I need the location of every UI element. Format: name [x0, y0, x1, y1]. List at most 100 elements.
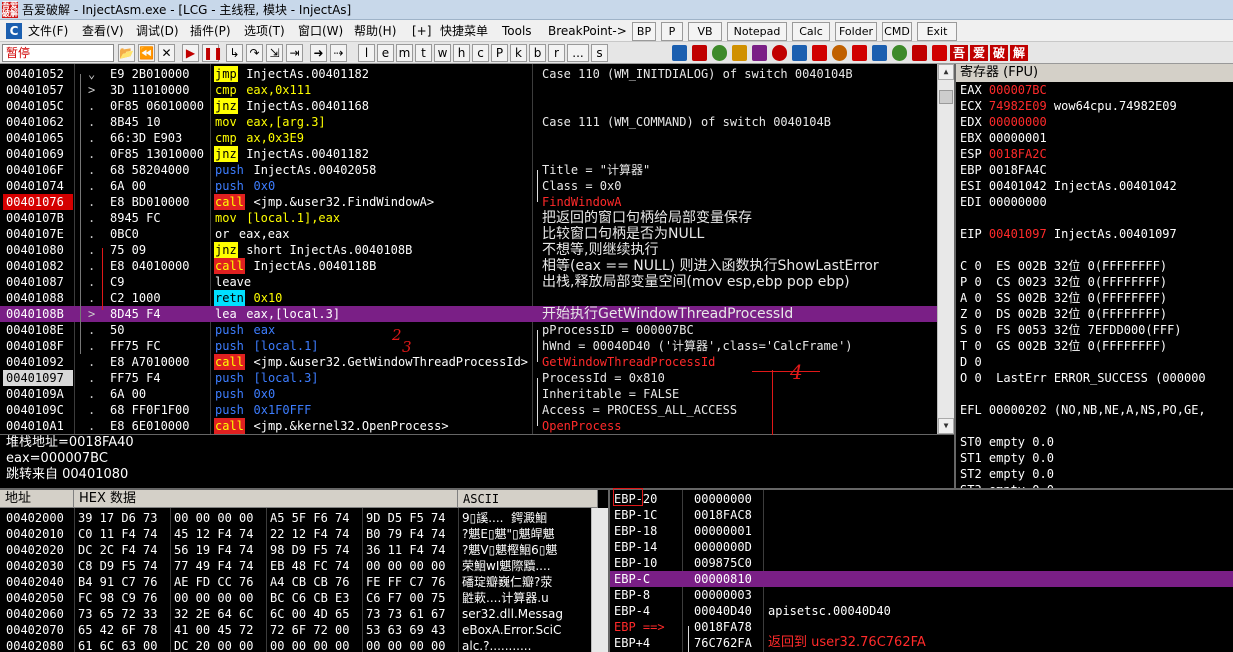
dump-row[interactable]: 00402060 73 65 72 33 32 2E 64 6C 6C 00 4D 6…: [0, 606, 591, 622]
menu-item[interactable]: BreakPoint->: [548, 20, 627, 42]
disasm-address[interactable]: 00401057: [3, 82, 73, 98]
disasm-row[interactable]: 004010A1. E8 6E010000 call <jmp.&kernel32.O…: [0, 418, 937, 434]
table-icon[interactable]: [692, 45, 707, 61]
stack-row[interactable]: EBP-20 00000000: [610, 491, 1233, 507]
toolbar-letter-3[interactable]: t: [415, 44, 432, 62]
register-row[interactable]: EBP 0018FA4C: [960, 162, 1233, 178]
step-over-icon[interactable]: ↷: [246, 44, 263, 62]
disasm-row[interactable]: 00401080. 75 09 jnz short InjectAs.0040108B…: [0, 242, 937, 258]
disasm-row[interactable]: 00401074. 6A 00 push 0x0 Class = 0x0: [0, 178, 937, 194]
restart-icon[interactable]: ⏪: [138, 44, 155, 62]
disasm-row[interactable]: 00401065. 66:3D E903 cmp ax,0x3E9: [0, 130, 937, 146]
menu-button-calc[interactable]: Calc: [792, 22, 830, 41]
menu-item[interactable]: 窗口(W): [298, 20, 343, 42]
stack-pane[interactable]: EBP-20 00000000 EBP-1C 0018FAC8 EBP-18 000000…: [608, 488, 1233, 652]
stack-row[interactable]: EBP-18 00000001: [610, 523, 1233, 539]
register-row[interactable]: EFL 00000202 (NO,NB,NE,A,NS,PO,GE,: [960, 402, 1233, 418]
register-row[interactable]: Z 0 DS 002B 32位 0(FFFFFFFF): [960, 306, 1233, 322]
disasm-row[interactable]: 0040107E. 0BC0 or eax,eax 比较窗口句柄是否为NULL: [0, 226, 937, 242]
disasm-address[interactable]: 00401076: [3, 194, 73, 210]
menu-item[interactable]: 快捷菜单: [440, 20, 488, 42]
disasm-address[interactable]: 00401062: [3, 114, 73, 130]
toolbar-letter-6[interactable]: c: [472, 44, 489, 62]
toolbar-letter-8[interactable]: k: [510, 44, 527, 62]
disasm-address[interactable]: 0040108B: [3, 306, 73, 322]
scroll-down-icon[interactable]: ▼: [938, 418, 954, 434]
logo-char-icon[interactable]: 破: [990, 45, 1008, 61]
register-row[interactable]: S 0 FS 0053 32位 7EFDD000(FFF): [960, 322, 1233, 338]
register-row[interactable]: EDX 00000000: [960, 114, 1233, 130]
close-icon[interactable]: ✕: [158, 44, 175, 62]
disasm-row[interactable]: 00401062. 8B45 10 mov eax,[arg.3] Case 111 (…: [0, 114, 937, 130]
dump-scrollbar[interactable]: [591, 508, 608, 652]
register-row[interactable]: P 0 CS 0023 32位 0(FFFFFFFF): [960, 274, 1233, 290]
toolbar-letter-12[interactable]: s: [591, 44, 608, 62]
register-row[interactable]: C 0 ES 002B 32位 0(FFFFFFFF): [960, 258, 1233, 274]
logo-char-icon[interactable]: 爱: [970, 45, 988, 61]
disasm-row[interactable]: 0040108F. FF75 FC push [local.1] hWnd = 0004…: [0, 338, 937, 354]
disasm-address[interactable]: 00401052: [3, 66, 73, 82]
disasm-row[interactable]: 00401097. FF75 F4 push [local.3] ProcessId =…: [0, 370, 937, 386]
register-row[interactable]: ST1 empty 0.0: [960, 450, 1233, 466]
register-row[interactable]: ST0 empty 0.0: [960, 434, 1233, 450]
logo-char-icon[interactable]: 解: [1010, 45, 1028, 61]
image-icon[interactable]: [732, 45, 747, 61]
disasm-address[interactable]: 00401074: [3, 178, 73, 194]
disasm-address[interactable]: 0040107B: [3, 210, 73, 226]
cross-icon[interactable]: [712, 45, 727, 61]
grid-icon[interactable]: [872, 45, 887, 61]
cube-icon[interactable]: [792, 45, 807, 61]
disasm-address[interactable]: 00401092: [3, 354, 73, 370]
stack-row[interactable]: EBP-8 00000003: [610, 587, 1233, 603]
stack-row[interactable]: EBP-1C 0018FAC8: [610, 507, 1233, 523]
dump-row[interactable]: 00402070 65 42 6F 78 41 00 45 72 72 6F 72 0…: [0, 622, 591, 638]
bug-icon[interactable]: [912, 45, 927, 61]
animate-over-icon[interactable]: ⇥: [286, 44, 303, 62]
stack-row[interactable]: EBP-14 0000000D: [610, 539, 1233, 555]
disasm-address[interactable]: 0040109C: [3, 402, 73, 418]
hex-dump-pane[interactable]: 地址 HEX 数据 ASCII 00402000 39 17 D6 73 00 00…: [0, 488, 608, 652]
disasm-row[interactable]: 00401088. C2 1000 retn 0x10: [0, 290, 937, 306]
register-row[interactable]: EBX 00000001: [960, 130, 1233, 146]
disasm-row[interactable]: 00401052 ⌄ E9 2B010000 jmp InjectAs.00401182…: [0, 66, 937, 82]
register-row[interactable]: A 0 SS 002B 32位 0(FFFFFFFF): [960, 290, 1233, 306]
menu-item[interactable]: 插件(P): [190, 20, 231, 42]
dump-ascii-header[interactable]: ASCII: [458, 490, 598, 508]
register-row[interactable]: ECX 74982E09 wow64cpu.74982E09: [960, 98, 1233, 114]
disasm-row[interactable]: 00401082. E8 04010000 call InjectAs.0040118…: [0, 258, 937, 274]
register-row[interactable]: EAX 000007BC: [960, 82, 1233, 98]
disasm-row[interactable]: 00401092. E8 A7010000 call <jmp.&user32.Get…: [0, 354, 937, 370]
a-icon[interactable]: [812, 45, 827, 61]
menu-item[interactable]: Tools: [502, 20, 532, 42]
toolbar-letter-10[interactable]: r: [548, 44, 565, 62]
disasm-row[interactable]: 00401087. C9 leave 出栈,释放局部变量空间(mov esp,ebp …: [0, 274, 937, 290]
disasm-row[interactable]: 00401057 >3D 11010000 cmp eax,0x111: [0, 82, 937, 98]
register-row[interactable]: T 0 GS 002B 32位 0(FFFFFFFF): [960, 338, 1233, 354]
menu-item[interactable]: 调试(D): [136, 20, 179, 42]
dump-row[interactable]: 00402080 61 6C 63 00 DC 20 00 00 00 00 00 0…: [0, 638, 591, 652]
disasm-address[interactable]: 00401088: [3, 290, 73, 306]
register-row[interactable]: [960, 386, 1233, 402]
register-row[interactable]: EDI 00000000: [960, 194, 1233, 210]
menu-button-bp[interactable]: BP: [632, 22, 656, 41]
menu-button-exit[interactable]: Exit: [917, 22, 957, 41]
menu-item[interactable]: 文件(F): [28, 20, 68, 42]
menu-item[interactable]: 选项(T): [244, 20, 285, 42]
disasm-address[interactable]: 0040108E: [3, 322, 73, 338]
lock-icon[interactable]: [892, 45, 907, 61]
c-logo-icon[interactable]: C: [6, 23, 22, 39]
stack-row[interactable]: EBP ==> 0018FA78: [610, 619, 1233, 635]
disasm-row[interactable]: 0040109C. 68 FF0F1F00 push 0x1F0FFF Access =…: [0, 402, 937, 418]
menu-button-notepad[interactable]: Notepad: [727, 22, 787, 41]
register-row[interactable]: ESP 0018FA2C: [960, 146, 1233, 162]
disasm-row[interactable]: 00401076. E8 BD010000 call <jmp.&user32.Fin…: [0, 194, 937, 210]
animate-into-icon[interactable]: ⇲: [266, 44, 283, 62]
disasm-row[interactable]: 0040108B >8D45 F4 lea eax,[local.3] 开始执行GetW…: [0, 306, 937, 322]
register-row[interactable]: [960, 210, 1233, 226]
settings-icon[interactable]: [672, 45, 687, 61]
dump-row[interactable]: 00402020 DC 2C F4 74 56 19 F4 74 98 D9 F5 7…: [0, 542, 591, 558]
dump-row[interactable]: 00402030 C8 D9 F5 74 77 49 F4 74 EB 48 FC 7…: [0, 558, 591, 574]
disasm-address[interactable]: 0040106F: [3, 162, 73, 178]
logo-char-icon[interactable]: 吾: [950, 45, 968, 61]
execute-till-return-icon[interactable]: ➜: [310, 44, 327, 62]
